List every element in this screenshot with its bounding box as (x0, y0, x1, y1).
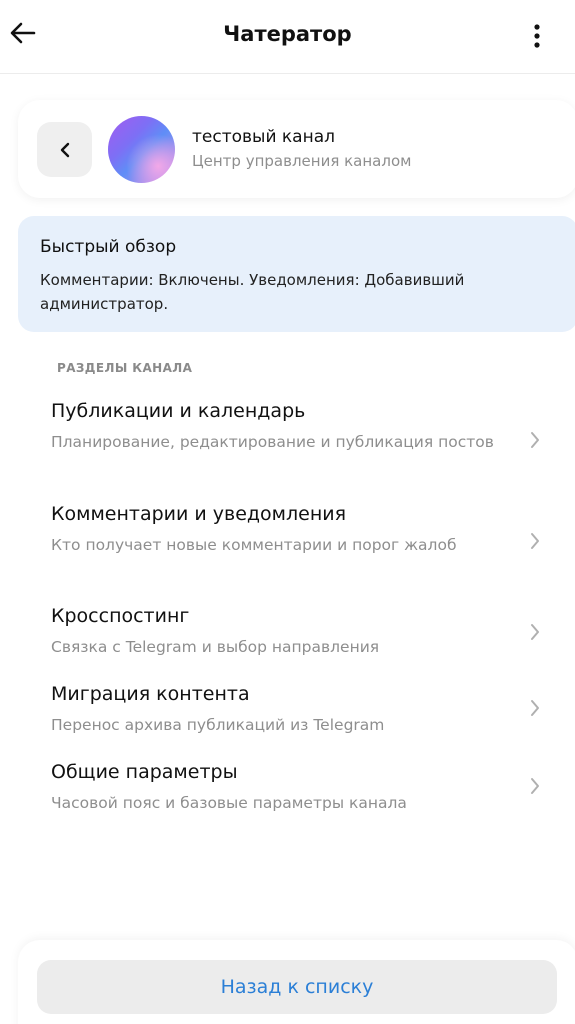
menu-item-desc: Планирование, редактирование и публикаци… (51, 433, 494, 451)
chevron-right-icon (531, 533, 539, 549)
channel-subtitle: Центр управления каналом (192, 152, 412, 170)
overview-text: Комментарии: Включены. Уведомления: Доба… (40, 271, 465, 313)
channel-back-button[interactable] (37, 122, 92, 177)
bottom-panel: Назад к списку (18, 940, 575, 1024)
top-bar: Чатератор (0, 0, 575, 74)
more-vertical-icon[interactable] (527, 20, 547, 52)
menu-item-title: Публикации и календарь (51, 400, 306, 422)
sections-caption: РАЗДЕЛЫ КАНАЛА (57, 361, 193, 375)
chevron-right-icon (531, 624, 539, 640)
menu-item-title: Общие параметры (51, 761, 238, 783)
back-to-list-button[interactable]: Назад к списку (37, 960, 557, 1014)
menu-item-desc: Перенос архива публикаций из Telegram (51, 716, 385, 734)
menu-item-desc: Связка с Telegram и выбор направления (51, 638, 380, 656)
channel-card: тестовый канал Центр управления каналом (18, 100, 575, 198)
chevron-right-icon (531, 432, 539, 448)
chevron-right-icon (531, 700, 539, 716)
quick-overview-panel: Быстрый обзор Комментарии: Включены. Уве… (18, 216, 575, 332)
overview-title: Быстрый обзор (40, 237, 177, 257)
menu-item-desc: Часовой пояс и базовые параметры канала (51, 794, 407, 812)
chevron-right-icon (531, 778, 539, 794)
menu-item-title: Кросспостинг (51, 605, 190, 627)
menu-item-general-settings[interactable]: Общие параметры Часовой пояс и базовые п… (0, 761, 575, 819)
channel-avatar (108, 116, 175, 183)
channel-name: тестовый канал (192, 127, 335, 147)
page-title: Чатератор (223, 22, 352, 46)
menu-item-crossposting[interactable]: Кросспостинг Связка с Telegram и выбор н… (0, 605, 575, 663)
menu-item-title: Комментарии и уведомления (51, 503, 347, 525)
menu-item-desc: Кто получает новые комментарии и порог ж… (51, 536, 457, 554)
menu-item-migration[interactable]: Миграция контента Перенос архива публика… (0, 683, 575, 741)
chevron-left-icon (60, 142, 69, 157)
menu-item-comments[interactable]: Комментарии и уведомления Кто получает н… (0, 503, 575, 585)
menu-item-publications[interactable]: Публикации и календарь Планирование, ред… (0, 400, 575, 482)
menu-item-title: Миграция контента (51, 683, 250, 705)
